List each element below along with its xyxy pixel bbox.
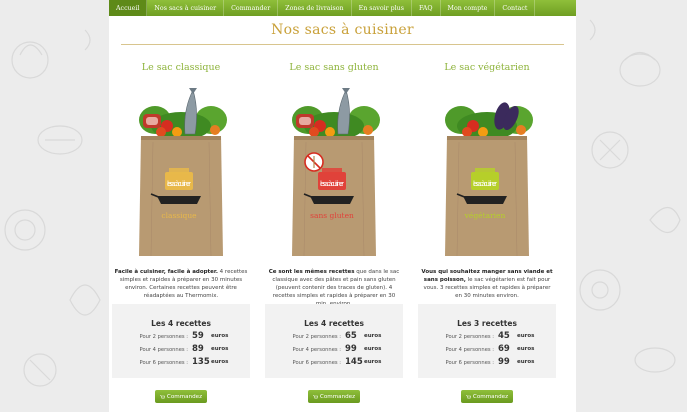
price-row: Pour 6 personnes :135 euros	[112, 357, 250, 369]
price-row: Pour 2 personnes :65 euros	[265, 331, 403, 343]
order-button[interactable]: Commandez	[155, 390, 207, 403]
price-currency: euros	[517, 346, 535, 352]
order-button-label: Commandez	[472, 393, 509, 400]
price-currency: euros	[364, 333, 382, 339]
product-title: Le sac sans gluten	[289, 62, 379, 73]
price-currency: euros	[211, 346, 229, 352]
cart-icon	[159, 394, 165, 399]
bag-variant-text: classique	[161, 211, 197, 220]
price-label: Pour 4 personnes :	[445, 347, 495, 353]
price-row: Pour 4 personnes :89 euros	[112, 344, 250, 356]
price-box: Les 4 recettes Pour 2 personnes :65 euros…	[265, 304, 403, 378]
price-row: Pour 6 personnes :99 euros	[418, 357, 556, 369]
bag-logo-text: le sac à cuisiner	[167, 180, 191, 188]
price-label: Pour 2 personnes :	[292, 334, 342, 340]
product-column-1: Le sac classique le sac à cuisiner classi…	[110, 0, 252, 412]
main-content: Accueil Nos sacs à cuisiner Commander Zo…	[109, 0, 576, 412]
price-row: Pour 4 personnes :69 euros	[418, 344, 556, 356]
price-value: 99	[498, 357, 510, 367]
price-box: Les 4 recettes Pour 2 personnes :59 euros…	[112, 304, 250, 378]
product-column-3: Le sac végétarien le sac à cuisiner végét…	[416, 0, 558, 412]
price-row: Pour 6 personnes :145 euros	[265, 357, 403, 369]
price-label: Pour 4 personnes :	[292, 347, 342, 353]
price-label: Pour 6 personnes :	[292, 360, 342, 366]
recipes-heading: Les 4 recettes	[151, 319, 211, 328]
bag-logo-text: le sac à cuisiner	[320, 180, 344, 188]
price-currency: euros	[517, 359, 535, 365]
price-label: Pour 2 personnes :	[139, 334, 189, 340]
price-currency: euros	[211, 333, 229, 339]
price-currency: euros	[364, 346, 382, 352]
price-label: Pour 4 personnes :	[139, 347, 189, 353]
bag-image: le sac à cuisiner végétarien	[437, 86, 537, 262]
price-currency: euros	[517, 333, 535, 339]
price-value: 69	[498, 344, 510, 354]
product-title: Le sac végétarien	[444, 62, 530, 73]
price-currency: euros	[211, 359, 229, 365]
product-description: Ce sont les mêmes recettes que dans le s…	[267, 268, 401, 308]
price-box: Les 3 recettes Pour 2 personnes :45 euros…	[418, 304, 556, 378]
order-button[interactable]: Commandez	[308, 390, 360, 403]
price-currency: euros	[364, 359, 382, 365]
product-description: Facile à cuisiner, facile à adopter. 4 r…	[114, 268, 248, 300]
bag-variant-text: végétarien	[464, 211, 506, 220]
order-button-label: Commandez	[166, 393, 203, 400]
order-button[interactable]: Commandez	[461, 390, 513, 403]
recipes-heading: Les 3 recettes	[457, 319, 517, 328]
price-row: Pour 4 personnes :99 euros	[265, 344, 403, 356]
price-value: 59	[192, 331, 204, 341]
price-label: Pour 6 personnes :	[139, 360, 189, 366]
price-label: Pour 6 personnes :	[445, 360, 495, 366]
bag-image: le sac à cuisiner classique	[131, 86, 231, 262]
bag-image: le sac à cuisiner sans gluten	[284, 86, 384, 262]
product-description-bold: Facile à cuisiner, facile à adopter.	[114, 269, 218, 275]
price-value: 65	[345, 331, 357, 341]
price-value: 135	[192, 357, 210, 367]
product-column-2: Le sac sans gluten le sac à cuisiner sans…	[263, 0, 405, 412]
product-title: Le sac classique	[141, 62, 221, 73]
product-description: Vous qui souhaitez manger sans viande et…	[420, 268, 554, 300]
price-value: 89	[192, 344, 204, 354]
cart-icon	[465, 394, 471, 399]
price-value: 99	[345, 344, 357, 354]
price-row: Pour 2 personnes :59 euros	[112, 331, 250, 343]
product-description-bold: Ce sont les mêmes recettes	[268, 269, 355, 275]
price-row: Pour 2 personnes :45 euros	[418, 331, 556, 343]
cart-icon	[312, 394, 318, 399]
order-button-label: Commandez	[319, 393, 356, 400]
recipes-heading: Les 4 recettes	[304, 319, 364, 328]
price-value: 145	[345, 357, 363, 367]
price-label: Pour 2 personnes :	[445, 334, 495, 340]
bag-logo-text: le sac à cuisiner	[473, 180, 497, 188]
bag-variant-text: sans gluten	[310, 211, 354, 220]
price-value: 45	[498, 331, 510, 341]
